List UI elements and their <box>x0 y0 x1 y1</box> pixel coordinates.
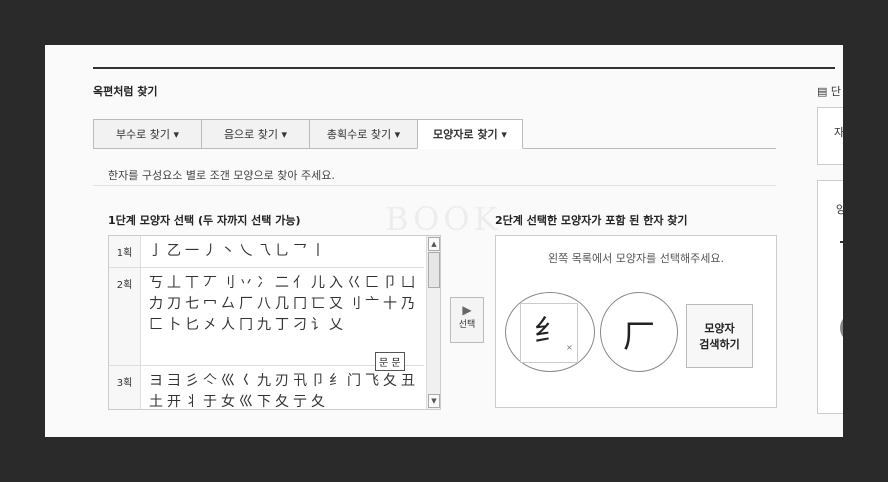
select-button[interactable]: ▶ 선택 <box>450 297 484 343</box>
selected-shape: 纟 <box>520 303 578 363</box>
tab-sound[interactable]: 음으로 찾기 ▾ <box>201 119 309 149</box>
shape-list[interactable]: 1획 亅乙一丿丶乀乁乚乛丨 2획 丂丄丅丆刂丷冫二亻儿入巜匚卩凵力刀七冖厶厂八几… <box>108 235 441 410</box>
step1-title: 1단계 모양자 선택 (두 자까지 선택 가능) <box>108 214 301 227</box>
selected-shape-slot-1[interactable]: 纟 × <box>505 292 595 372</box>
header-divider <box>93 67 835 69</box>
search-button-line1: 모양자 <box>704 322 735 335</box>
main-window: 옥편처럼 찾기 부수로 찾기 ▾ 음으로 찾기 ▾ 총획수로 찾기 ▾ 모양자로… <box>45 45 843 437</box>
close-icon[interactable]: × <box>566 343 573 352</box>
tab-radical[interactable]: 부수로 찾기 ▾ <box>93 119 201 149</box>
tab-strokes[interactable]: 총획수로 찾기 ▾ <box>309 119 417 149</box>
char-tooltip: 문 문 <box>375 352 405 371</box>
side-circle-button[interactable] <box>840 313 843 343</box>
selected-shape-slot-2[interactable]: 厂 <box>600 292 678 372</box>
shape-chars[interactable]: 亅乙一丿丶乀乁乚乛丨 <box>149 241 419 262</box>
divider <box>93 185 776 186</box>
side-panel-card: 양 <box>817 180 843 414</box>
shape-chars[interactable]: 丂丄丅丆刂丷冫二亻儿入巜匚卩凵力刀七冖厶厂八几冂匸又刂亠十乃匚卜匕㐅人冂九丁刁讠… <box>149 273 419 336</box>
shape-chars[interactable]: ヨ彐彡亽巛𡿨九刃卂卩纟门飞夂丑土开丬于女巛下夂亍夂 <box>149 371 419 409</box>
stroke-label: 2획 <box>109 268 141 365</box>
search-tabs: 부수로 찾기 ▾ 음으로 찾기 ▾ 총획수로 찾기 ▾ 모양자로 찾기 ▾ <box>93 119 523 149</box>
stroke-row-3: 3획 ヨ彐彡亽巛𡿨九刃卂卩纟门飞夂丑土开丬于女巛下夂亍夂 <box>109 366 424 409</box>
scroll-thumb[interactable] <box>428 252 440 288</box>
side-underline <box>840 223 843 243</box>
watermark: BOOK <box>385 200 502 238</box>
step2-title: 2단계 선택한 모양자가 포함 된 한자 찾기 <box>495 214 688 227</box>
select-button-label: 선택 <box>458 320 476 330</box>
side-panel-title: ▤ 단 <box>817 85 842 98</box>
list-icon: ▤ <box>817 85 828 98</box>
stroke-row-1: 1획 亅乙一丿丶乀乁乚乛丨 <box>109 236 424 268</box>
list-scrollbar[interactable]: ▲ ▼ <box>426 236 440 409</box>
description: 한자를 구성요소 별로 조갠 모양으로 찾아 주세요. <box>108 169 335 182</box>
selected-shape: 厂 <box>622 317 655 355</box>
step2-instruction: 왼쪽 목록에서 모양자를 선택해주세요. <box>548 252 724 265</box>
play-icon: ▶ <box>462 303 472 317</box>
stroke-label: 1획 <box>109 236 141 267</box>
tab-underline <box>523 148 776 149</box>
side-panel-box: 자 <box>817 107 843 165</box>
selected-shapes-panel: 왼쪽 목록에서 모양자를 선택해주세요. 纟 × 厂 모양자 검색하기 <box>495 235 777 408</box>
tab-shape[interactable]: 모양자로 찾기 ▾ <box>417 119 523 149</box>
stroke-label: 3획 <box>109 366 141 409</box>
shape-search-button[interactable]: 모양자 검색하기 <box>686 304 753 368</box>
page-title: 옥편처럼 찾기 <box>93 85 158 98</box>
scroll-down-icon[interactable]: ▼ <box>428 394 440 408</box>
scroll-up-icon[interactable]: ▲ <box>428 237 440 251</box>
search-button-line2: 검색하기 <box>699 338 740 351</box>
